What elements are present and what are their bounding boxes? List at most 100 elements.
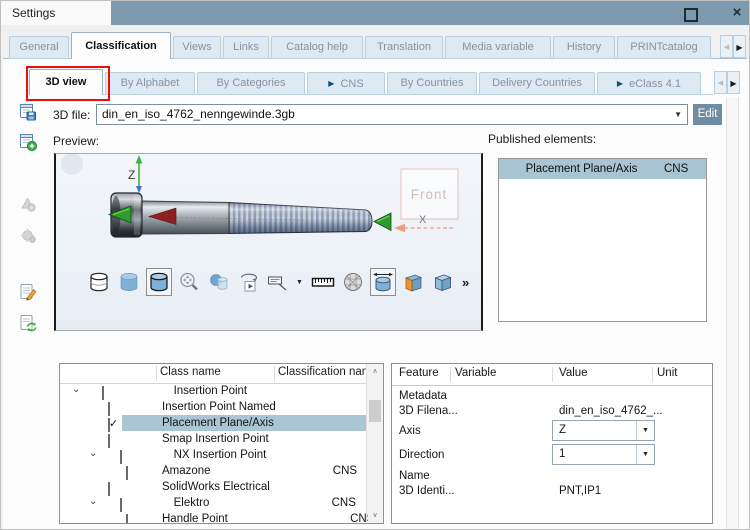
tree-row[interactable]: Amazone CNS (60, 463, 368, 479)
row-checkbox[interactable] (126, 514, 128, 523)
page-scrollbar-track[interactable] (726, 97, 739, 530)
expand-chevron-icon[interactable]: ⌄ (72, 384, 80, 395)
tree-row[interactable]: ⌄ NX Insertion Point CNS (60, 447, 368, 463)
row-checkbox[interactable] (120, 498, 122, 512)
3d-file-combobox[interactable]: din_en_iso_4762_nenngewinde.3gb ▼ (96, 104, 688, 125)
tree-scrollbar[interactable]: ∧ ∨ (366, 364, 383, 523)
row-checkbox[interactable] (126, 466, 128, 480)
preview-canvas[interactable]: Front Z (56, 154, 481, 267)
open-form-icon[interactable] (18, 102, 38, 122)
tab-general[interactable]: General (9, 36, 69, 59)
class-name-cell: SolidWorks Electrical (162, 481, 270, 493)
shaded-view-icon[interactable] (116, 268, 142, 296)
tab-3d-view[interactable]: 3D view (29, 69, 103, 95)
preview-panel: Front Z (54, 153, 483, 331)
row-checkbox[interactable] (108, 402, 110, 416)
published-elements-label: Published elements: (488, 132, 596, 146)
row-checkbox[interactable] (102, 386, 104, 400)
ruler-icon[interactable] (310, 268, 336, 296)
mesh-quality-icon[interactable] (340, 268, 366, 296)
tab-by-categories[interactable]: By Categories (197, 72, 305, 95)
tab-translation[interactable]: Translation (365, 36, 443, 59)
expand-chevron-icon[interactable]: ⌄ (89, 496, 97, 507)
scroll-right-icon[interactable]: ▶ (733, 35, 746, 58)
classification-cell: CNS (332, 497, 356, 509)
tab-printcatalog[interactable]: PRINTcatalog (617, 36, 711, 59)
tab-eclass-label: eClass 4.1 (629, 78, 681, 90)
axis-dropdown[interactable]: Z ▼ (552, 420, 655, 441)
expand-chevron-icon[interactable]: ⌄ (89, 448, 97, 459)
scrollbar-thumb[interactable] (369, 400, 381, 422)
edit-document-icon[interactable] (18, 282, 38, 302)
column-class-name: Class name (160, 366, 221, 378)
row-checkbox[interactable] (108, 482, 110, 496)
tab-by-alphabet[interactable]: By Alphabet (105, 72, 195, 95)
rotate-animation-icon[interactable] (236, 268, 262, 296)
tree-header: Class name Classification nan (60, 364, 366, 384)
refresh-document-icon[interactable] (18, 313, 38, 333)
import-disabled-icon (18, 225, 38, 245)
published-name: Placement Plane/Axis (499, 159, 664, 179)
tree-row[interactable]: ⌄ Insertion Point CNS (60, 383, 368, 399)
tab-catalog-help[interactable]: Catalog help (271, 36, 363, 59)
published-elements-list[interactable]: Placement Plane/Axis CNS (498, 158, 707, 322)
solid-cube-view-icon[interactable] (430, 268, 456, 296)
zoom-fit-icon[interactable] (176, 268, 202, 296)
tab-classification[interactable]: Classification (71, 32, 171, 59)
annotation-dropdown-icon[interactable]: ▼ (296, 279, 306, 286)
preview-toolbar: ▼ » (86, 268, 469, 296)
tab-cns[interactable]: ▶CNS (307, 72, 385, 95)
feature-value: PNT,IP1 (559, 485, 601, 497)
scroll-right-icon[interactable]: ▶ (727, 71, 740, 94)
tree-row[interactable]: Smap Insertion Point CNS (60, 431, 368, 447)
tree-row[interactable]: Insertion Point Named CNS (60, 399, 368, 415)
class-name-cell: Insertion Point (174, 385, 248, 397)
tree-row-selected[interactable]: ✓ Placement Plane/Axis CNS (60, 415, 368, 431)
tree-row[interactable]: SolidWorks Electrical CNS (60, 479, 368, 495)
row-checkbox[interactable] (120, 450, 122, 464)
annotation-tool-icon[interactable] (266, 268, 292, 296)
maximize-button[interactable] (684, 8, 698, 22)
tree-row-clipped[interactable]: Handle Point CNS (60, 511, 368, 523)
tab-media-variable[interactable]: Media variable (445, 36, 551, 59)
add-form-icon[interactable] (18, 132, 38, 152)
scroll-left-icon[interactable]: ◀ (720, 35, 733, 58)
check-icon: ✓ (109, 416, 118, 432)
dimension-view-icon[interactable] (370, 268, 396, 296)
close-button[interactable]: × (728, 3, 746, 23)
class-name-cell: Smap Insertion Point (162, 433, 269, 445)
row-checkbox[interactable] (108, 434, 110, 448)
more-tools-icon[interactable]: » (460, 275, 469, 290)
direction-value: 1 (559, 445, 565, 464)
svg-text:X: X (419, 214, 427, 226)
tab-views[interactable]: Views (173, 36, 221, 59)
tree-rows: ⌄ Insertion Point CNS Insertion Point Na… (60, 383, 368, 523)
chevron-down-icon[interactable]: ▼ (636, 445, 654, 464)
feature-value: din_en_iso_4762_... (559, 405, 663, 417)
chevron-down-icon[interactable]: ▼ (636, 421, 654, 440)
edit-button[interactable]: Edit (693, 104, 722, 125)
tab-eclass[interactable]: ▶eClass 4.1 (597, 72, 701, 95)
published-row[interactable]: Placement Plane/Axis CNS (499, 159, 706, 179)
section-view-icon[interactable] (400, 268, 426, 296)
titlebar[interactable]: Settings × (1, 1, 750, 25)
tab-links[interactable]: Links (223, 36, 269, 59)
classification-tabstrip: 3D view By Alphabet By Categories ▶CNS B… (29, 69, 701, 95)
class-name-cell: Insertion Point Named (162, 401, 276, 413)
tab-by-countries[interactable]: By Countries (387, 72, 477, 95)
tab-delivery-countries[interactable]: Delivery Countries (479, 72, 595, 95)
wireframe-view-icon[interactable] (86, 268, 112, 296)
tree-row[interactable]: ⌄ Elektro CNS (60, 495, 368, 511)
column-classification-name: Classification nan (278, 366, 366, 378)
preview-label: Preview: (53, 134, 99, 148)
direction-dropdown[interactable]: 1 ▼ (552, 444, 655, 465)
scroll-up-icon[interactable]: ∧ (367, 364, 383, 379)
scroll-left-icon[interactable]: ◀ (714, 71, 727, 94)
tab-history[interactable]: History (553, 36, 615, 59)
shaded-edges-view-icon[interactable] (146, 268, 172, 296)
scroll-down-icon[interactable]: ∨ (367, 508, 383, 523)
transparency-icon[interactable] (206, 268, 232, 296)
chevron-down-icon[interactable]: ▼ (674, 105, 682, 124)
file-label: 3D file: (53, 108, 90, 122)
row-checkbox-checked[interactable]: ✓ (108, 418, 110, 432)
